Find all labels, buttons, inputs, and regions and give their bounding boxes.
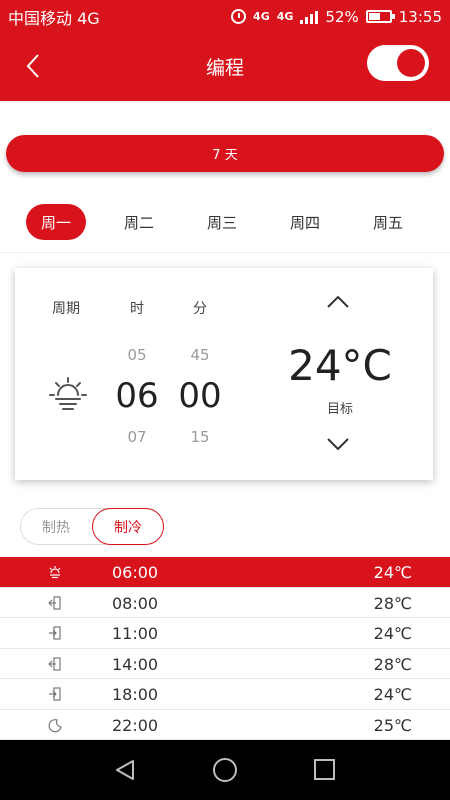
nav-home-icon[interactable]	[213, 758, 237, 782]
minute-prev[interactable]: 45	[180, 346, 220, 364]
return-home-icon	[49, 687, 61, 701]
signal-icon	[300, 10, 319, 24]
schedule-temp: 28℃	[373, 654, 412, 674]
target-label: 目标	[326, 402, 353, 417]
status-icons: 4G 4G 52% 13:55	[231, 8, 442, 26]
schedule-time: 18:00	[112, 685, 159, 704]
schedule-row[interactable]: 11:00 24℃	[0, 618, 450, 649]
period-column-label: 周期	[52, 301, 80, 317]
tab-wednesday[interactable]: 周三	[192, 204, 252, 240]
schedule-temp: 24℃	[373, 624, 412, 643]
hour-column-label: 时	[130, 301, 144, 317]
schedule-row[interactable]: 06:00 24℃	[0, 557, 450, 588]
network-4g-icon: 4G	[253, 9, 270, 23]
schedule-row[interactable]: 18:00 24℃	[0, 679, 450, 710]
minute-picker[interactable]: 00	[170, 376, 230, 416]
sunrise-icon[interactable]	[48, 375, 88, 415]
mode-heat-button[interactable]: 制热	[21, 509, 91, 544]
schedule-time: 06:00	[112, 563, 159, 582]
clock: 13:55	[398, 7, 442, 26]
schedule-temp: 25℃	[373, 715, 412, 735]
network-4g-secondary-icon: 4G	[276, 9, 294, 23]
system-nav-bar	[0, 740, 450, 800]
tab-tuesday[interactable]: 周二	[109, 204, 169, 240]
tab-friday[interactable]: 周五	[358, 204, 418, 240]
schedule-row[interactable]: 14:00 28℃	[0, 649, 450, 679]
schedule-temp: 24℃	[373, 563, 412, 582]
hour-prev[interactable]: 05	[117, 346, 157, 364]
nav-recents-icon[interactable]	[314, 759, 335, 780]
divider	[0, 252, 450, 253]
program-toggle[interactable]	[367, 45, 429, 81]
return-home-icon	[49, 626, 61, 640]
tab-monday[interactable]: 周一	[26, 204, 86, 240]
battery-icon	[365, 10, 395, 23]
schedule-list: 06:00 24℃ 08:00 28℃ 11:00 24℃ 14:00 28℃ …	[0, 557, 450, 740]
hour-next[interactable]: 07	[117, 428, 157, 446]
mode-selector: 制热 制冷	[20, 508, 164, 545]
schedule-editor-card: 周期 时 分 05 06 07 45 00 15 24°C 目标	[15, 268, 433, 480]
days-mode-button[interactable]: 7 天	[6, 135, 444, 172]
schedule-time: 14:00	[112, 654, 159, 674]
leave-home-icon	[48, 656, 61, 671]
battery-percent: 52%	[325, 7, 359, 26]
mode-cool-button[interactable]: 制冷	[92, 508, 164, 545]
carrier-label: 中国移动 4G	[8, 8, 100, 28]
temp-up-icon[interactable]	[326, 294, 350, 310]
schedule-time: 08:00	[112, 593, 159, 613]
minute-next[interactable]: 15	[180, 428, 220, 446]
app-header: 编程	[0, 33, 450, 101]
weekday-tabs: 周一 周二 周三 周四 周五	[0, 200, 450, 244]
schedule-time: 11:00	[112, 624, 159, 643]
tab-thursday[interactable]: 周四	[275, 204, 335, 240]
toggle-knob	[397, 49, 425, 77]
temp-down-icon[interactable]	[326, 436, 350, 452]
leave-home-icon	[48, 595, 61, 610]
nav-back-icon[interactable]	[113, 758, 137, 782]
schedule-temp: 28℃	[373, 593, 412, 613]
sunrise-icon	[49, 566, 61, 579]
schedule-temp: 24℃	[373, 685, 412, 704]
alarm-icon	[231, 9, 247, 24]
moon-icon	[48, 718, 62, 732]
status-bar: 中国移动 4G 4G 4G 52% 13:55	[0, 0, 450, 33]
minute-column-label: 分	[193, 301, 207, 317]
hour-picker[interactable]: 06	[107, 376, 167, 416]
schedule-row[interactable]: 22:00 25℃	[0, 710, 450, 740]
schedule-row[interactable]: 08:00 28℃	[0, 588, 450, 618]
schedule-time: 22:00	[112, 715, 159, 735]
target-temperature: 24°C	[288, 341, 392, 390]
